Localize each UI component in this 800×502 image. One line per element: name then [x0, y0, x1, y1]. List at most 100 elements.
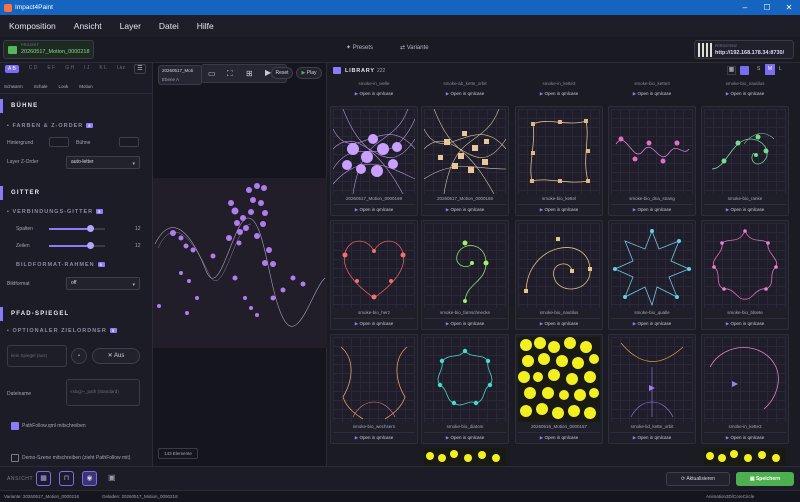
- minimize-button[interactable]: –: [734, 0, 756, 15]
- library-card[interactable]: 20260517_Motion_0000168 Open in qmlcase: [421, 106, 509, 216]
- monitor-icon[interactable]: ▭: [208, 69, 216, 78]
- status-right: Animation3D/CoreCircle: [706, 494, 755, 499]
- library-card[interactable]: smoke-lid_kette_orbit Open in qmlcase: [608, 334, 696, 444]
- menu-ansicht[interactable]: Ansicht: [74, 21, 102, 31]
- browse-button[interactable]: •: [71, 348, 87, 364]
- library-card[interactable]: smoke-bio_nautilus Open in qmlcase: [515, 220, 603, 330]
- library-card[interactable]: smoke-bio_herz Open in qmlcase: [330, 220, 418, 330]
- open-qmlcase-button[interactable]: Open in qmlcase: [424, 432, 506, 441]
- open-qmlcase-button[interactable]: Open in qmlcase: [518, 318, 600, 327]
- open-qmlcase-button[interactable]: Open in qmlcase: [333, 204, 415, 213]
- open-qmlcase-button[interactable]: ▶ Open in qmlcase: [515, 91, 603, 97]
- file-chip[interactable]: 20260517_Moti Ebene A: [158, 65, 202, 85]
- size-m[interactable]: M: [765, 64, 775, 75]
- partial-card[interactable]: [704, 448, 786, 466]
- open-qmlcase-button[interactable]: Open in qmlcase: [424, 318, 506, 327]
- open-qmlcase-button[interactable]: Open in qmlcase: [333, 432, 415, 441]
- library-card[interactable]: smoke-bio_wechsern Open in qmlcase: [330, 334, 418, 444]
- reset-button[interactable]: Reset: [271, 67, 293, 79]
- view-icon-2[interactable]: ⊓: [59, 471, 74, 486]
- demo-checkbox[interactable]: [11, 454, 19, 462]
- card-name: smoke-bio_qualle: [634, 310, 670, 315]
- layer-gh[interactable]: G H: [65, 65, 74, 73]
- layer-kl[interactable]: K L: [99, 65, 107, 73]
- open-qmlcase-button[interactable]: Open in qmlcase: [704, 318, 786, 327]
- fit-icon[interactable]: ⛶: [227, 69, 233, 79]
- url-box[interactable]: PERSISTENZ http://192.168.178.34:8730/: [694, 40, 794, 59]
- open-qmlcase-button[interactable]: Open in qmlcase: [704, 432, 786, 441]
- zorder-select[interactable]: auto-letter: [66, 156, 140, 170]
- open-qmlcase-button[interactable]: Open in qmlcase: [333, 318, 415, 327]
- open-qmlcase-button[interactable]: Open in qmlcase: [611, 204, 693, 213]
- aktualisieren-button[interactable]: ⟳ Aktualisieren: [666, 472, 730, 486]
- library-card[interactable]: smoke-bio_qualle Open in qmlcase: [608, 220, 696, 330]
- library-card[interactable]: smoke-bio_dna_strang Open in qmlcase: [608, 106, 696, 216]
- menu-icon[interactable]: ☰: [134, 64, 146, 74]
- open-qmlcase-button[interactable]: Open in qmlcase: [611, 432, 693, 441]
- library-card[interactable]: smoke-bio_blüete Open in qmlcase: [701, 220, 789, 330]
- preview-canvas[interactable]: [153, 178, 327, 348]
- tab-look[interactable]: Look: [59, 80, 69, 93]
- view-icon-3[interactable]: ◉: [82, 471, 97, 486]
- card-name: smoke-bio_herz: [357, 310, 390, 315]
- menu-hilfe[interactable]: Hilfe: [197, 21, 214, 31]
- view-icon-1[interactable]: ▦: [36, 471, 51, 486]
- spalten-slider[interactable]: [49, 225, 105, 232]
- layer-ij[interactable]: I J: [84, 65, 89, 73]
- bildformat-select[interactable]: off: [66, 277, 140, 291]
- zeilen-value: 12: [135, 243, 141, 249]
- card-thumbnail: [611, 337, 693, 422]
- preview-panel: 20260517_Moti Ebene A ▭ ⛶ ⊞ ▶ Reset ▶ Pl…: [153, 63, 327, 466]
- open-qmlcase-button[interactable]: Open in qmlcase: [518, 204, 600, 213]
- partial-card[interactable]: [424, 448, 506, 466]
- section-gitter: GITTER: [0, 186, 152, 200]
- buehne-swatch[interactable]: [119, 137, 139, 147]
- variants-tab[interactable]: ⇄ Variante: [400, 44, 429, 51]
- open-qmlcase-button[interactable]: Open in qmlcase: [424, 204, 506, 213]
- menu-datei[interactable]: Datei: [159, 21, 179, 31]
- pathfollow-checkbox[interactable]: [11, 422, 19, 430]
- zeilen-slider[interactable]: [49, 242, 105, 249]
- dateiname-input[interactable]: <slug>-_path (Standard): [66, 379, 140, 406]
- open-qmlcase-button[interactable]: Open in qmlcase: [704, 204, 786, 213]
- layer-ab[interactable]: A B: [5, 65, 19, 73]
- layer-ef[interactable]: E F: [47, 65, 55, 73]
- aus-button[interactable]: ✕ Aus: [92, 348, 140, 364]
- list-view-icon[interactable]: [740, 66, 749, 75]
- image-icon[interactable]: ▣: [108, 473, 116, 482]
- tab-schwarm[interactable]: Schwarm: [4, 80, 23, 93]
- layer-lez[interactable]: Lez: [117, 65, 125, 73]
- tab-schale[interactable]: Schale: [34, 80, 48, 93]
- library-card[interactable]: smoke-bio_diatom Open in qmlcase: [421, 334, 509, 444]
- library-card[interactable]: 20260517_Motion_0000169 Open in qmlcase: [330, 106, 418, 216]
- library-card[interactable]: smoke-in_kette3 Open in qmlcase: [701, 334, 789, 444]
- layer-cd[interactable]: C D: [29, 65, 38, 73]
- play-button[interactable]: ▶ Play: [296, 67, 322, 79]
- speichern-button[interactable]: ▣ Speichern: [736, 472, 794, 486]
- open-qmlcase-button[interactable]: ▶ Open in qmlcase: [701, 91, 789, 97]
- size-l[interactable]: L: [779, 66, 782, 72]
- library-card[interactable]: smoke-bio_ranke Open in qmlcase: [701, 106, 789, 216]
- zeilen-label: Zeilen: [16, 243, 30, 249]
- library-card[interactable]: smoke-bio_kettel Open in qmlcase: [515, 106, 603, 216]
- open-qmlcase-button[interactable]: Open in qmlcase: [611, 318, 693, 327]
- open-qmlcase-button[interactable]: ▶ Open in qmlcase: [330, 91, 418, 97]
- grid-icon[interactable]: ⊞: [246, 69, 253, 78]
- hintergrund-swatch[interactable]: [49, 137, 69, 147]
- presets-tab[interactable]: ✦ Presets: [346, 44, 373, 51]
- tab-motion[interactable]: Motion: [79, 80, 93, 93]
- open-qmlcase-button[interactable]: Open in qmlcase: [518, 432, 600, 441]
- close-button[interactable]: ✕: [778, 0, 800, 15]
- menu-layer[interactable]: Layer: [120, 21, 141, 31]
- left-tabs: Schwarm Schale Look Motion: [0, 80, 152, 94]
- open-qmlcase-button[interactable]: ▶ Open in qmlcase: [421, 91, 509, 97]
- library-card[interactable]: smoke-bio_farnschnecke Open in qmlcase: [421, 220, 509, 330]
- menu-komposition[interactable]: Komposition: [9, 21, 56, 31]
- maximize-button[interactable]: ☐: [756, 0, 778, 15]
- library-card[interactable]: 20260516_Motion_0000157 Open in qmlcase: [515, 334, 603, 444]
- size-s[interactable]: S: [757, 66, 760, 72]
- open-qmlcase-button[interactable]: ▶ Open in qmlcase: [608, 91, 696, 97]
- spiegel-input[interactable]: kein Spiegel (aus): [7, 345, 67, 367]
- project-chip[interactable]: PROJEKT 20260517_Motion_0000218: [3, 40, 94, 59]
- grid-view-icon[interactable]: ▦: [727, 66, 736, 75]
